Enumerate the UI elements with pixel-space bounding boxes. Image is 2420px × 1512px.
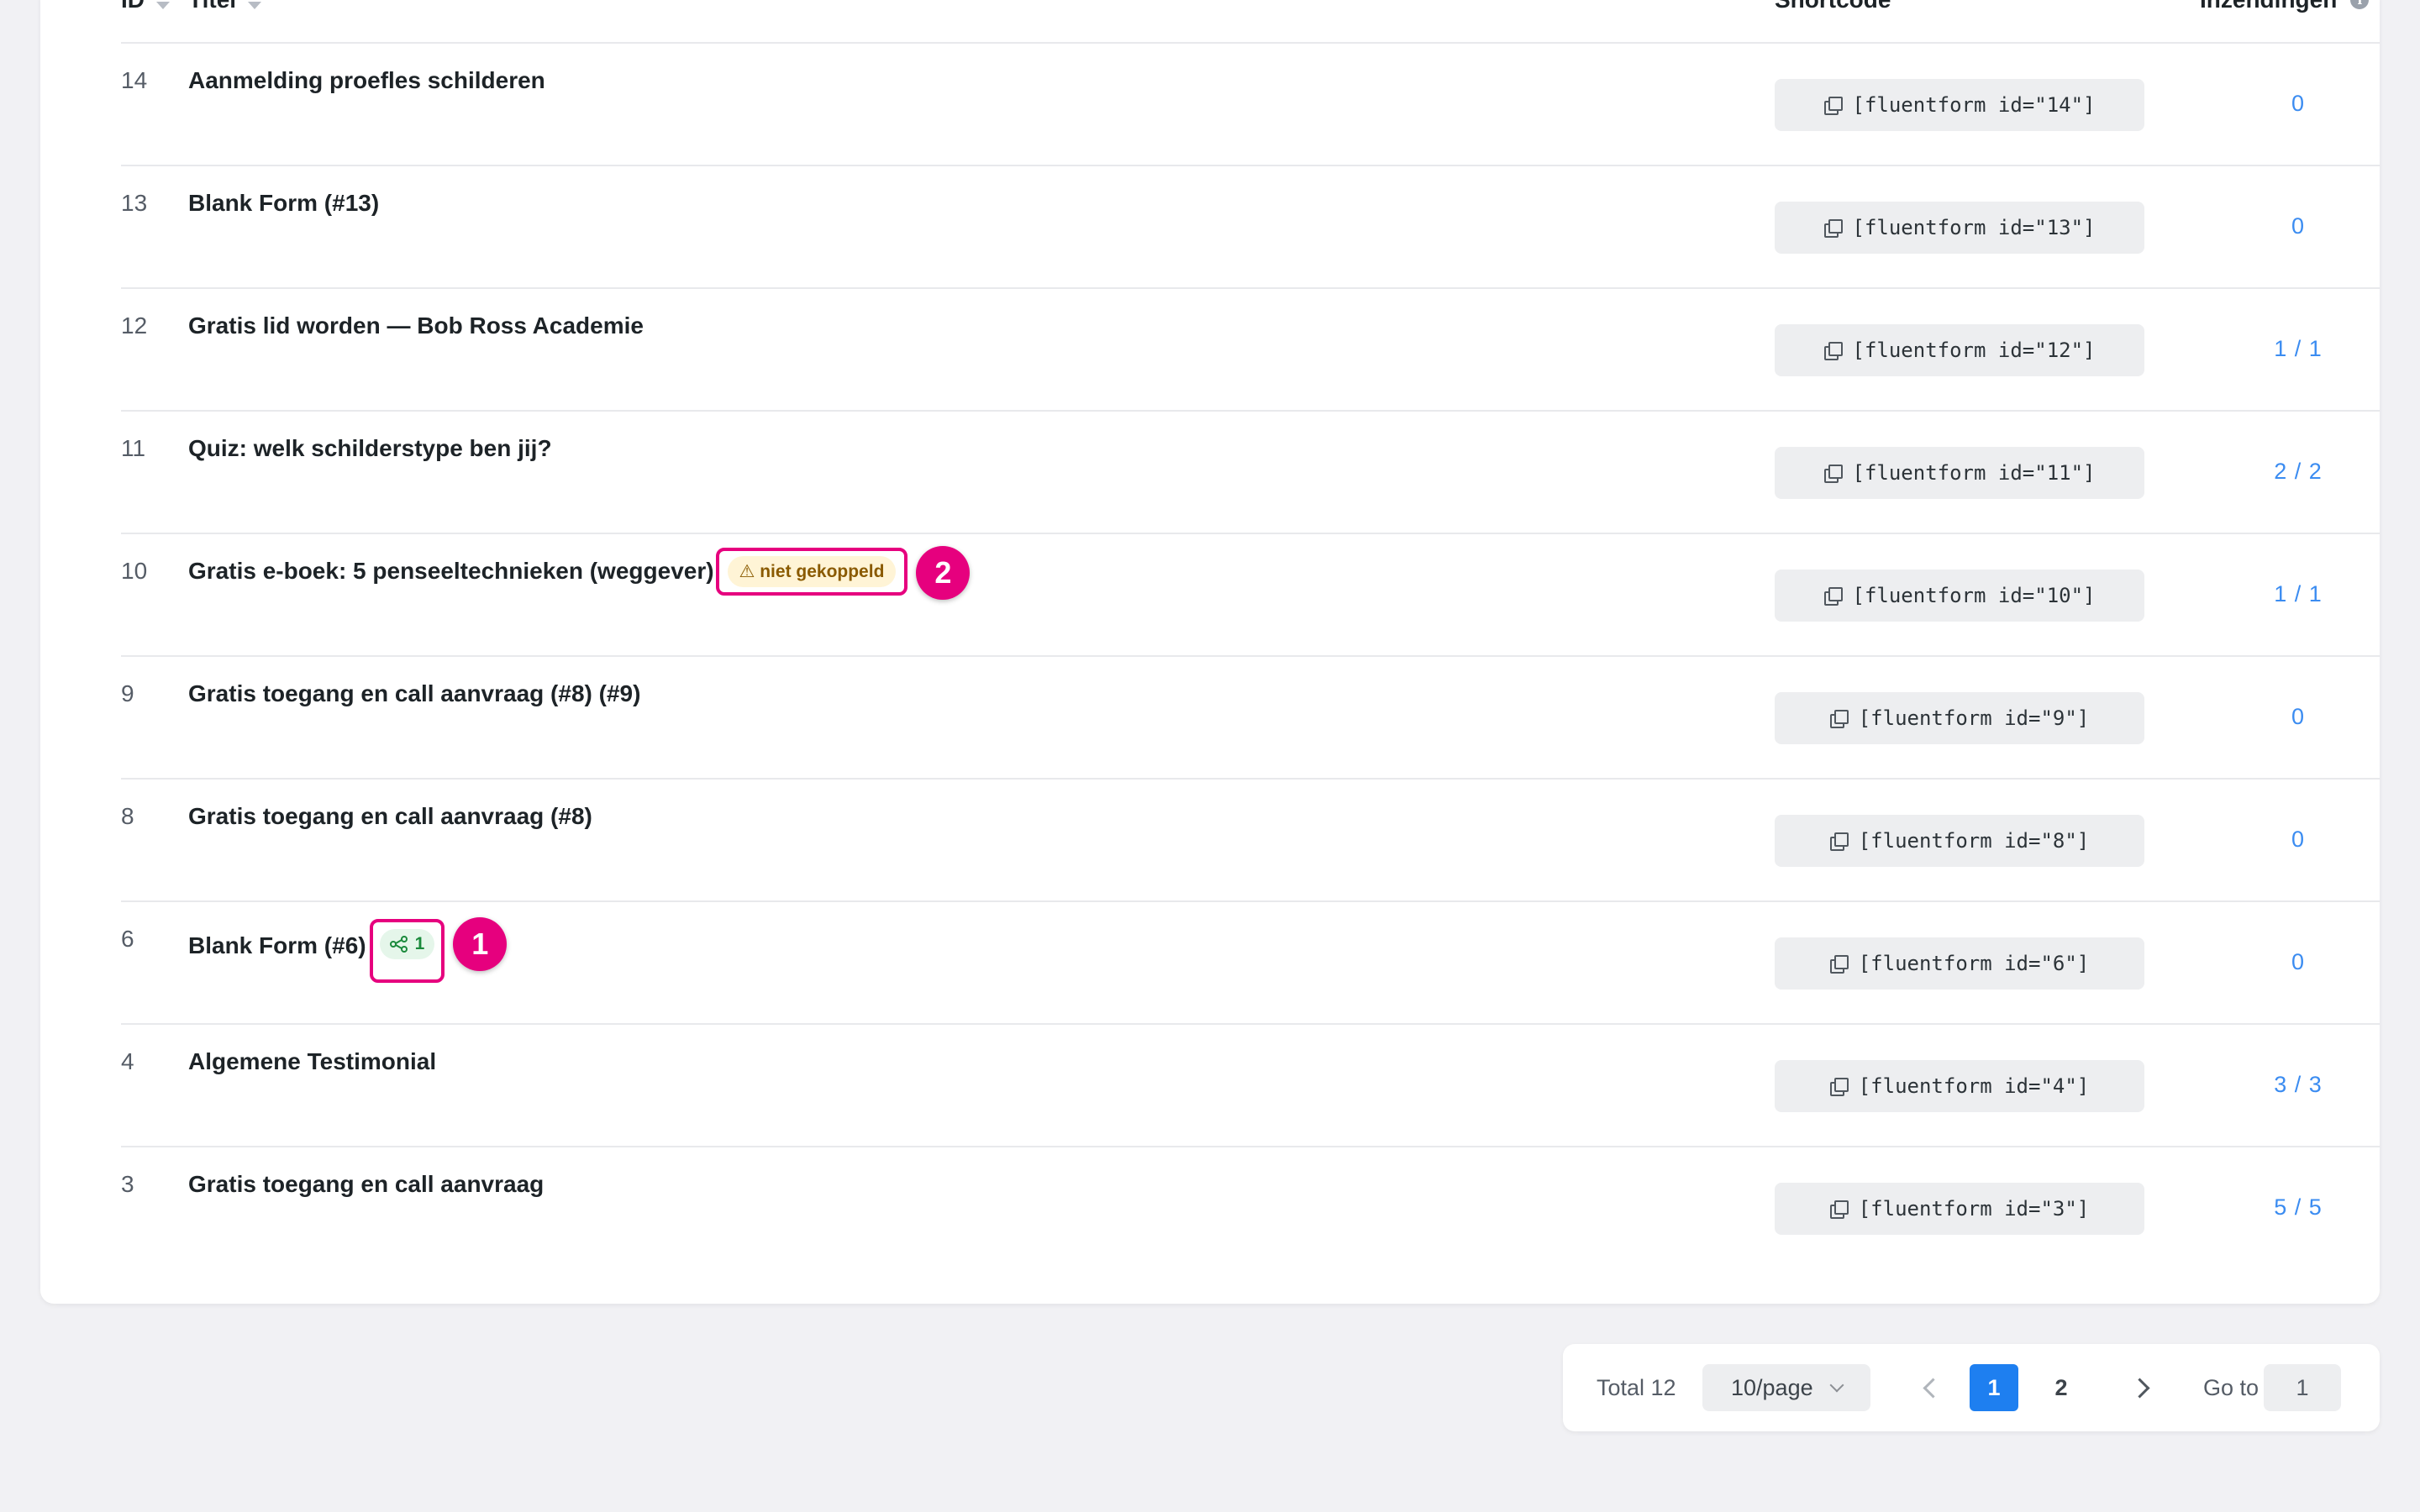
- form-title-cell: Quiz: welk schilderstype ben jij?: [188, 432, 552, 465]
- form-title-link[interactable]: Blank Form (#13): [188, 190, 379, 217]
- table-row: 9 Gratis toegang en call aanvraag (#8) (…: [121, 657, 2380, 780]
- form-title-link[interactable]: Gratis toegang en call aanvraag (#8) (#9…: [188, 680, 640, 707]
- table-row: 3 Gratis toegang en call aanvraag [fluen…: [121, 1147, 2380, 1268]
- submissions-link[interactable]: 3 / 3: [2144, 1072, 2420, 1098]
- submissions-link[interactable]: 0: [2144, 704, 2420, 730]
- page-size-select[interactable]: 10/page: [1702, 1364, 1870, 1411]
- submissions-link[interactable]: 0: [2144, 213, 2420, 239]
- not-linked-warning-badge: ⚠ niet gekoppeld 2: [715, 545, 971, 600]
- form-id: 3: [121, 1171, 134, 1197]
- table-row: 14 Aanmelding proefles schilderen [fluen…: [121, 44, 2380, 166]
- page-button-2[interactable]: 2: [2037, 1364, 2086, 1411]
- copy-icon: [1823, 587, 1843, 606]
- table-row: 13 Blank Form (#13) [fluentform id="13"]…: [121, 166, 2380, 289]
- info-icon[interactable]: i: [2350, 0, 2370, 9]
- shortcode-copy-button[interactable]: [fluentform id="8"]: [1775, 815, 2144, 867]
- submissions-link[interactable]: 1 / 1: [2144, 336, 2420, 362]
- form-title-link[interactable]: Blank Form (#6): [188, 932, 366, 959]
- form-title-link[interactable]: Aanmelding proefles schilderen: [188, 67, 545, 94]
- shortcode-copy-button[interactable]: [fluentform id="13"]: [1775, 202, 2144, 254]
- column-header-id[interactable]: ID: [121, 0, 170, 17]
- form-title-cell: Gratis e-boek: 5 penseeltechnieken (wegg…: [188, 545, 971, 600]
- form-id: 10: [121, 558, 148, 584]
- shortcode-copy-button[interactable]: [fluentform id="4"]: [1775, 1060, 2144, 1112]
- table-row: 8 Gratis toegang en call aanvraag (#8) […: [121, 780, 2380, 902]
- form-title-link[interactable]: Gratis lid worden — Bob Ross Academie: [188, 312, 644, 339]
- form-title-cell: Gratis toegang en call aanvraag (#8) (#9…: [188, 677, 640, 711]
- form-id: 14: [121, 67, 148, 93]
- form-title-cell: Algemene Testimonial: [188, 1045, 436, 1079]
- prev-page-button[interactable]: [1916, 1364, 1949, 1411]
- form-title-cell: Gratis toegang en call aanvraag: [188, 1168, 544, 1201]
- column-header-submissions: Inzendingen i: [2200, 0, 2370, 17]
- submissions-link[interactable]: 5 / 5: [2144, 1194, 2420, 1221]
- copy-icon: [1829, 710, 1849, 728]
- submissions-link[interactable]: 2 / 2: [2144, 459, 2420, 485]
- submissions-link[interactable]: 0: [2144, 827, 2420, 853]
- shortcode-copy-button[interactable]: [fluentform id="12"]: [1775, 324, 2144, 376]
- submissions-link[interactable]: 1 / 1: [2144, 581, 2420, 607]
- form-title-link[interactable]: Gratis e-boek: 5 penseeltechnieken (wegg…: [188, 558, 714, 585]
- column-header-shortcode: Shortcode: [1775, 0, 1891, 17]
- copy-icon: [1829, 955, 1849, 974]
- copy-icon: [1823, 97, 1843, 115]
- pagination-total: Total 12: [1597, 1374, 1676, 1400]
- share-icon: [389, 936, 408, 953]
- table-row: 11 Quiz: welk schilderstype ben jij? [fl…: [121, 412, 2380, 534]
- chevron-down-icon: [1829, 1378, 1844, 1393]
- shortcode-copy-button[interactable]: [fluentform id="6"]: [1775, 937, 2144, 990]
- form-title-link[interactable]: Quiz: welk schilderstype ben jij?: [188, 435, 552, 462]
- forms-table-card: ID Titel Shortcode Inzendingen i 14 Aanm…: [40, 0, 2380, 1304]
- table-row: 12 Gratis lid worden — Bob Ross Academie…: [121, 289, 2380, 412]
- annotation-marker-1: 1: [453, 917, 508, 971]
- column-header-title[interactable]: Titel: [188, 0, 262, 17]
- shortcode-copy-button[interactable]: [fluentform id="9"]: [1775, 692, 2144, 744]
- pagination-bar: Total 12 10/page 1 2 Go to 1: [1563, 1344, 2380, 1431]
- form-title-link[interactable]: Gratis toegang en call aanvraag: [188, 1171, 544, 1198]
- shortcode-copy-button[interactable]: [fluentform id="10"]: [1775, 570, 2144, 622]
- shortcode-copy-button[interactable]: [fluentform id="11"]: [1775, 447, 2144, 499]
- table-body: 14 Aanmelding proefles schilderen [fluen…: [121, 44, 2380, 1268]
- form-title-cell: Aanmelding proefles schilderen: [188, 64, 545, 97]
- sort-icon[interactable]: [156, 0, 170, 9]
- sort-icon[interactable]: [248, 0, 262, 9]
- shortcode-copy-button[interactable]: [fluentform id="3"]: [1775, 1183, 2144, 1235]
- annotation-marker-2: 2: [916, 545, 971, 600]
- form-id: 9: [121, 680, 134, 706]
- table-header: ID Titel Shortcode Inzendingen i: [121, 0, 2380, 44]
- form-title-cell: Gratis lid worden — Bob Ross Academie: [188, 309, 644, 343]
- table-row: 6 Blank Form (#6) 1 1 [fluentform id="6"…: [121, 902, 2380, 1025]
- form-title-link[interactable]: Gratis toegang en call aanvraag (#8): [188, 803, 592, 830]
- submissions-link[interactable]: 0: [2144, 949, 2420, 975]
- goto-page-input[interactable]: 1: [2264, 1364, 2341, 1411]
- form-title-link[interactable]: Algemene Testimonial: [188, 1048, 436, 1075]
- goto-label: Go to: [2203, 1374, 2260, 1400]
- copy-icon: [1823, 342, 1843, 360]
- form-id: 8: [121, 803, 134, 829]
- table-row: 4 Algemene Testimonial [fluentform id="4…: [121, 1025, 2380, 1147]
- next-page-button[interactable]: [2123, 1364, 2156, 1411]
- form-id: 6: [121, 926, 134, 952]
- form-id: 12: [121, 312, 148, 339]
- form-id: 4: [121, 1048, 134, 1074]
- form-title-cell: Blank Form (#13): [188, 186, 379, 220]
- form-title-cell: Blank Form (#6) 1 1: [188, 917, 508, 983]
- copy-icon: [1823, 219, 1843, 238]
- copy-icon: [1829, 1078, 1849, 1096]
- copy-icon: [1829, 832, 1849, 851]
- copy-icon: [1823, 465, 1843, 483]
- submissions-link[interactable]: 0: [2144, 91, 2420, 117]
- form-id: 11: [121, 435, 146, 461]
- integration-badge[interactable]: 1 1: [369, 917, 508, 983]
- form-title-cell: Gratis toegang en call aanvraag (#8): [188, 800, 592, 833]
- chevron-right-icon: [2128, 1377, 2150, 1399]
- page-button-1[interactable]: 1: [1970, 1364, 2018, 1411]
- shortcode-copy-button[interactable]: [fluentform id="14"]: [1775, 79, 2144, 131]
- table-row: 10 Gratis e-boek: 5 penseeltechnieken (w…: [121, 534, 2380, 657]
- chevron-left-icon: [1922, 1377, 1944, 1399]
- copy-icon: [1829, 1200, 1849, 1219]
- form-id: 13: [121, 190, 148, 216]
